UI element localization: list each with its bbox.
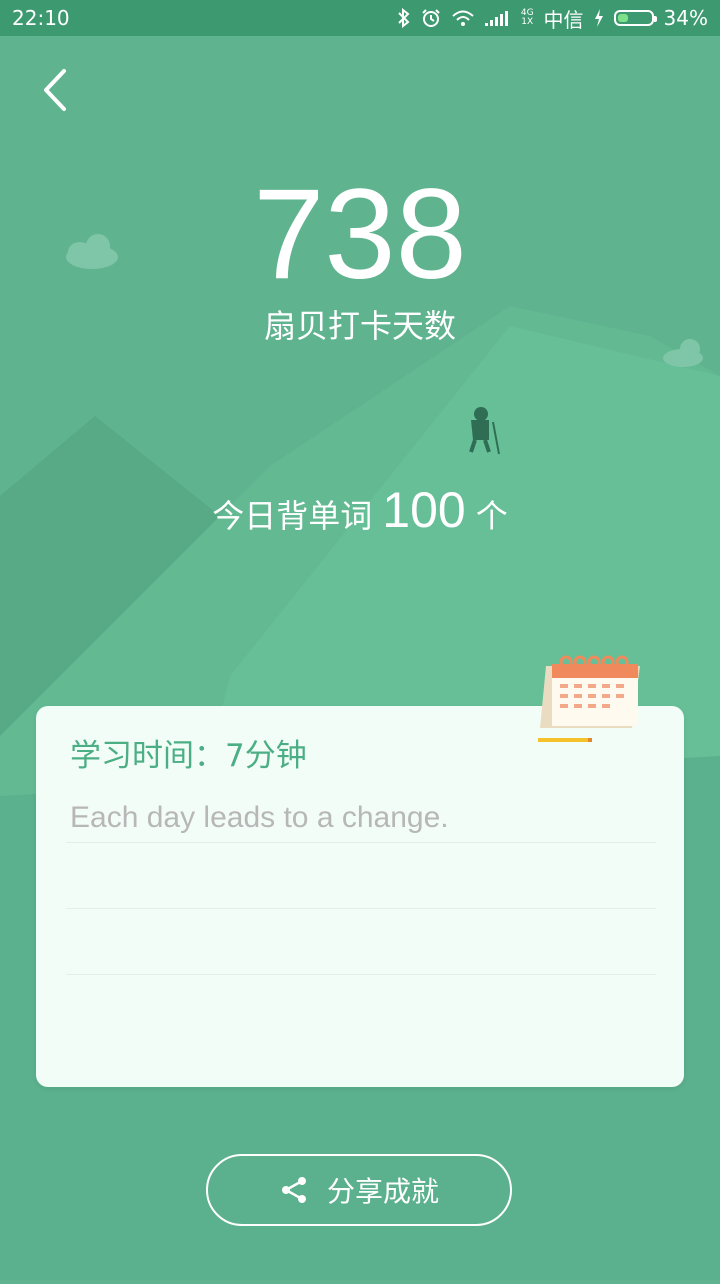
today-words-unit: 个 (475, 497, 508, 535)
daily-quote: Each day leads to a change. (70, 801, 449, 834)
share-icon (281, 1177, 306, 1203)
checkin-days-number: 738 (253, 163, 467, 306)
study-time-label: 学习时间：7分钟 (70, 738, 307, 774)
carrier-name: 中信 (543, 7, 584, 32)
today-words-count: 100 (382, 482, 466, 538)
network-type: 4G 1X (520, 8, 534, 27)
card-divider (66, 974, 656, 975)
status-time: 22:10 (12, 6, 70, 30)
charging-icon (594, 9, 603, 27)
share-label: 分享成就 (326, 1175, 439, 1208)
today-words-prefix: 今日背单词 (212, 497, 373, 535)
status-icons: 4G 1X 中信 34% (397, 4, 708, 33)
back-button[interactable] (30, 60, 80, 120)
alarm-icon (422, 9, 440, 27)
back-chevron-icon (44, 69, 66, 111)
share-achievement-button[interactable]: 分享成就 (206, 1154, 512, 1226)
bluetooth-icon (398, 8, 410, 28)
card-divider (66, 842, 656, 843)
battery-level (617, 14, 629, 22)
battery-icon (613, 10, 657, 26)
checkin-days-caption: 扇贝打卡天数 (263, 307, 456, 345)
card-divider (66, 908, 656, 909)
wifi-icon (452, 10, 474, 26)
battery-percent: 34% (663, 6, 708, 30)
status-bar: 22:10 4G 1X 中信 34% (0, 0, 720, 36)
signal-icon (484, 11, 508, 26)
calendar-icon (538, 655, 640, 742)
study-card: 学习时间：7分钟 Each day leads to a change. (36, 706, 684, 1087)
today-words-line: 今日背单词 100 个 (0, 480, 720, 546)
